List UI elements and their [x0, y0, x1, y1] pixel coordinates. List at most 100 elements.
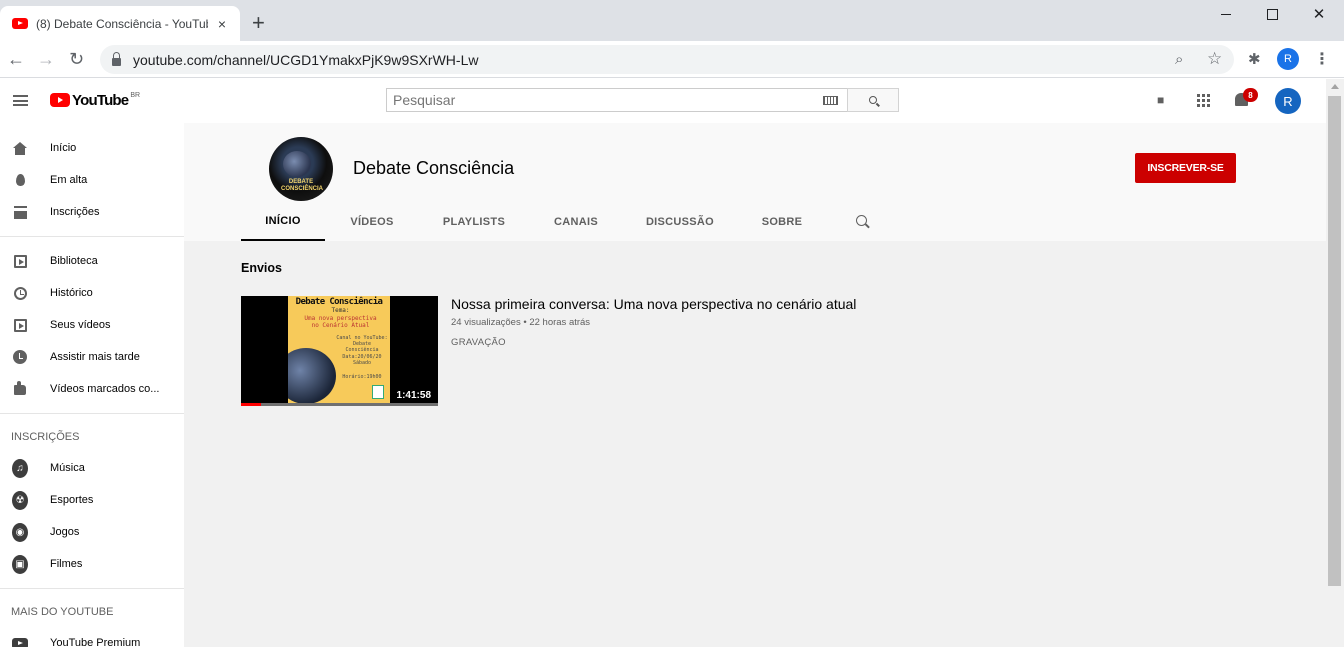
- poster-subtitle: Tema:: [331, 307, 350, 314]
- channel-search-icon[interactable]: [856, 215, 867, 226]
- account-avatar[interactable]: R: [1275, 88, 1301, 114]
- poster-logo-icon: [372, 385, 384, 399]
- sidebar-item-label: Assistir mais tarde: [50, 351, 140, 363]
- sidebar-item-label: Seus vídeos: [50, 319, 111, 331]
- lock-icon: [112, 51, 121, 66]
- notification-count-badge: 8: [1243, 88, 1258, 102]
- video-card[interactable]: Debate Consciência Tema: Uma nova perspe…: [241, 296, 881, 406]
- youtube-logo[interactable]: YouTube BR: [50, 92, 141, 109]
- browser-profile-avatar[interactable]: R: [1277, 48, 1299, 70]
- keyboard-icon[interactable]: [823, 96, 838, 105]
- sidebar-item-label: YouTube Premium: [50, 637, 141, 647]
- maximize-window-button[interactable]: [1249, 4, 1295, 24]
- library-icon: [12, 253, 28, 269]
- sidebar-item-your-videos[interactable]: Seus vídeos: [0, 309, 184, 341]
- sidebar-item-trending[interactable]: Em alta: [0, 164, 184, 196]
- video-duration-badge: 1:41:58: [393, 389, 434, 402]
- search-button[interactable]: [847, 88, 899, 112]
- channel-tabs: INÍCIO VÍDEOS PLAYLISTS CANAIS DISCUSSÃO…: [241, 203, 827, 241]
- sidebar-item-gaming[interactable]: ◉ Jogos: [0, 516, 184, 548]
- forward-arrow-icon[interactable]: →: [37, 49, 55, 69]
- sidebar-divider: [0, 413, 184, 414]
- home-icon: [12, 140, 28, 156]
- subscribe-button[interactable]: INSCREVER-SE: [1135, 153, 1236, 183]
- sidebar-item-label: Esportes: [50, 494, 94, 506]
- new-tab-button[interactable]: +: [252, 12, 265, 34]
- tab-videos[interactable]: VÍDEOS: [325, 203, 419, 241]
- url-text[interactable]: youtube.com/channel/UCGD1YmakxPjK9w9SXrW…: [133, 52, 478, 68]
- subscriptions-icon: [12, 204, 28, 220]
- browser-tab-title: (8) Debate Consciência - YouTube: [36, 16, 208, 31]
- uploads-section-title[interactable]: Envios: [241, 261, 282, 275]
- sidebar-item-subscriptions[interactable]: Inscrições: [0, 196, 184, 228]
- scroll-up-arrow-icon[interactable]: [1331, 84, 1339, 89]
- extensions-puzzle-icon[interactable]: ✱: [1248, 50, 1261, 68]
- bookmark-star-icon[interactable]: ☆: [1207, 49, 1222, 69]
- youtube-play-logo-icon: [50, 93, 70, 107]
- sidebar-item-watch-later[interactable]: Assistir mais tarde: [0, 341, 184, 373]
- sidebar-item-label: Em alta: [50, 174, 88, 186]
- movies-icon: ▣: [12, 554, 28, 574]
- browser-tab[interactable]: (8) Debate Consciência - YouTube ×: [0, 6, 240, 41]
- subscriptions-heading: INSCRIÇÕES: [11, 431, 80, 443]
- thumbnail-poster-image: Debate Consciência Tema: Uma nova perspe…: [288, 296, 390, 403]
- minimize-window-button[interactable]: [1203, 4, 1249, 24]
- reload-icon[interactable]: ↻: [69, 49, 84, 69]
- poster-line: no Cenário Atual: [311, 322, 370, 329]
- sidebar-item-music[interactable]: ♫ Música: [0, 452, 184, 484]
- scrollbar-thumb[interactable]: [1328, 96, 1341, 586]
- tab-discussion[interactable]: DISCUSSÃO: [623, 203, 737, 241]
- youtube-premium-icon: [12, 635, 28, 647]
- sidebar-item-label: Jogos: [50, 526, 80, 538]
- close-window-button[interactable]: ✕: [1296, 4, 1342, 24]
- sidebar-item-sports[interactable]: ☢ Esportes: [0, 484, 184, 516]
- history-icon: [12, 285, 28, 301]
- poster-line: Sábado: [352, 360, 372, 366]
- search-input[interactable]: [393, 92, 813, 108]
- channel-page: DEBATE CONSCIÊNCIA Debate Consciência IN…: [184, 123, 1326, 647]
- sidebar-item-label: Biblioteca: [50, 255, 98, 267]
- video-thumbnail[interactable]: Debate Consciência Tema: Uma nova perspe…: [241, 296, 438, 406]
- video-title[interactable]: Nossa primeira conversa: Uma nova perspe…: [451, 296, 856, 312]
- tab-home[interactable]: INÍCIO: [241, 203, 325, 241]
- hamburger-menu-icon[interactable]: [13, 95, 28, 106]
- sidebar-divider: [0, 588, 184, 589]
- watch-progress-fill: [241, 403, 261, 406]
- sidebar-item-history[interactable]: Histórico: [0, 277, 184, 309]
- tab-about[interactable]: SOBRE: [737, 203, 827, 241]
- video-age: 22 horas atrás: [529, 317, 591, 328]
- guide-sidebar: Início Em alta Inscrições Biblioteca His…: [0, 123, 184, 647]
- channel-avatar[interactable]: DEBATE CONSCIÊNCIA: [269, 137, 333, 201]
- country-code: BR: [130, 92, 141, 99]
- sidebar-item-movies[interactable]: ▣ Filmes: [0, 548, 184, 580]
- browser-menu-icon[interactable]: ⋮: [1314, 49, 1330, 69]
- sidebar-item-label: Histórico: [50, 287, 93, 299]
- sidebar-item-label: Filmes: [50, 558, 83, 570]
- zoom-icon[interactable]: ⌕: [1175, 51, 1183, 68]
- watch-later-icon: [12, 349, 28, 365]
- sidebar-item-home[interactable]: Início: [0, 132, 184, 164]
- sidebar-item-youtube-premium[interactable]: YouTube Premium: [0, 627, 184, 647]
- tab-channels[interactable]: CANAIS: [529, 203, 623, 241]
- address-bar[interactable]: youtube.com/channel/UCGD1YmakxPjK9w9SXrW…: [100, 45, 1234, 74]
- page-scrollbar[interactable]: [1326, 79, 1344, 647]
- gaming-icon: ◉: [12, 522, 28, 542]
- tab-playlists[interactable]: PLAYLISTS: [419, 203, 529, 241]
- sidebar-item-liked-videos[interactable]: Vídeos marcados co...: [0, 373, 184, 405]
- back-arrow-icon[interactable]: ←: [7, 49, 25, 69]
- sidebar-item-library[interactable]: Biblioteca: [0, 245, 184, 277]
- apps-grid-icon[interactable]: [1197, 94, 1210, 107]
- liked-videos-icon: [12, 381, 28, 397]
- video-recording-tag: GRAVAÇÃO: [451, 337, 506, 348]
- youtube-logo-wordmark: YouTube: [72, 92, 129, 109]
- trending-icon: [12, 172, 28, 188]
- close-tab-icon[interactable]: ×: [214, 16, 230, 32]
- browser-tab-strip: (8) Debate Consciência - YouTube × + ✕: [0, 0, 1344, 41]
- search-box[interactable]: [386, 88, 848, 112]
- search-icon: [869, 96, 877, 104]
- create-video-icon[interactable]: ■: [1157, 93, 1164, 107]
- music-icon: ♫: [12, 458, 28, 478]
- metadata-separator: •: [523, 317, 527, 328]
- your-videos-icon: [12, 317, 28, 333]
- sidebar-item-label: Música: [50, 462, 85, 474]
